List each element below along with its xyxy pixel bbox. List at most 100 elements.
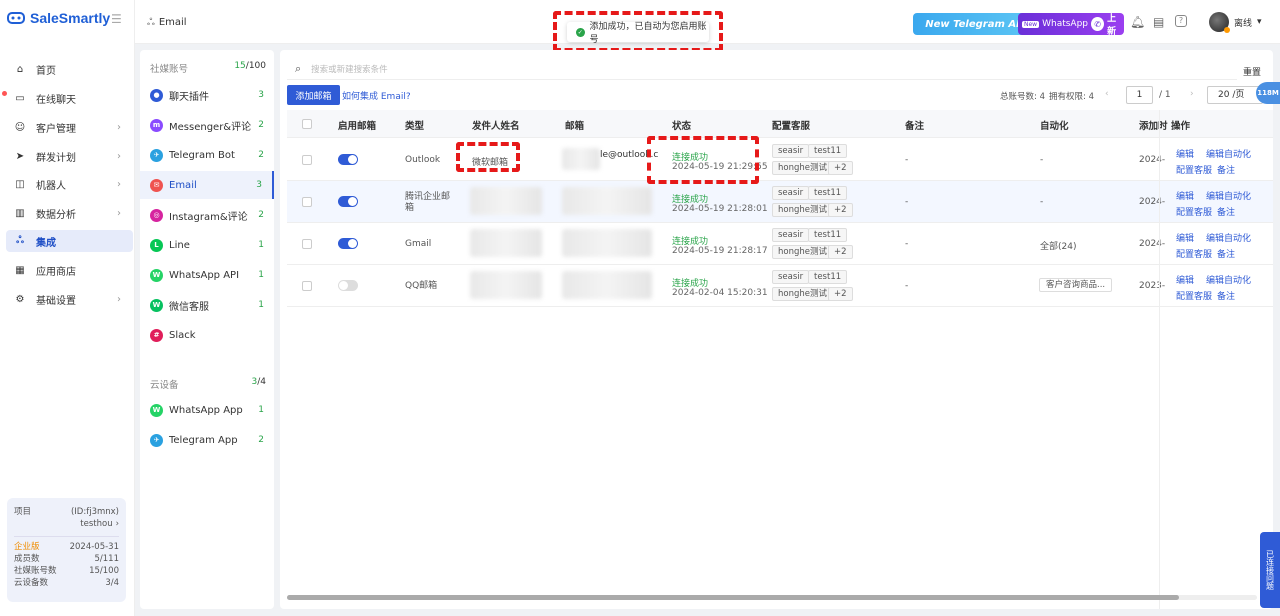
agent-tag: test11	[808, 144, 848, 158]
float-badge[interactable]: 118M	[1256, 82, 1280, 104]
account-item[interactable]: ✈ Telegram App 2	[140, 426, 274, 454]
horizontal-scrollbar[interactable]	[287, 595, 1257, 600]
enable-toggle[interactable]	[338, 154, 358, 165]
how-to-link[interactable]: 如何集成 Email?	[342, 89, 411, 102]
redacted-email	[562, 229, 652, 257]
edit-link[interactable]: 编辑	[1176, 273, 1194, 286]
sidebar: SaleSmartly ☰ ⌂ 首页 ▭ 在线聊天 ☺ 客户管理 › ➤ 群发计划 › ◫ 机器人 › ▥…	[0, 0, 135, 616]
edit-link[interactable]: 编辑	[1176, 231, 1194, 244]
menu-collapse-icon[interactable]: ☰	[111, 12, 122, 26]
sidebar-item-label: 机器人	[36, 180, 66, 192]
brand-logo[interactable]: SaleSmartly	[6, 10, 110, 26]
automation-value: 全部(24)	[1040, 242, 1077, 252]
bell-icon[interactable]: 🔔︎	[1130, 15, 1145, 29]
clipboard-icon[interactable]: ▤	[1153, 15, 1164, 29]
account-item-count: 3	[256, 180, 262, 190]
note-link[interactable]: 备注	[1217, 289, 1235, 302]
sidebar-item-settings[interactable]: ⚙ 基础设置 ›	[6, 288, 133, 310]
status-time: 2024-05-19 21:28:17	[672, 246, 768, 256]
highlight-toast	[553, 11, 723, 52]
redacted-email	[562, 187, 652, 215]
note-link[interactable]: 备注	[1217, 205, 1235, 218]
redacted-email	[562, 271, 652, 299]
account-item[interactable]: ● 聊天插件 3	[140, 81, 274, 109]
edit-automation-link[interactable]: 编辑自动化	[1206, 273, 1251, 286]
next-page-icon[interactable]: ›	[1190, 89, 1194, 99]
highlight-status	[647, 136, 759, 184]
user-menu[interactable]: 离线 ▾	[1209, 12, 1262, 33]
page-size-select[interactable]: 20 /页	[1207, 86, 1263, 104]
account-item[interactable]: ✉ Email 3	[140, 171, 274, 199]
note-link[interactable]: 备注	[1217, 247, 1235, 260]
column-header: 备注	[905, 121, 925, 132]
enable-toggle[interactable]	[338, 196, 358, 207]
sidebar-item-analytics[interactable]: ▥ 数据分析 ›	[6, 202, 133, 224]
account-item[interactable]: W WhatsApp App 1	[140, 396, 274, 424]
configure-agent-link[interactable]: 配置客服	[1176, 205, 1212, 218]
sidebar-item-robot[interactable]: ◫ 机器人 ›	[6, 173, 133, 195]
note-link[interactable]: 备注	[1217, 163, 1235, 176]
reset-button[interactable]: 重置	[1243, 65, 1261, 78]
channel-icon: ◎	[150, 208, 163, 222]
edit-automation-link[interactable]: 编辑自动化	[1206, 147, 1251, 160]
project-card: 项目 (ID:fj3mnx) testhou › 企业版 2024-05-31 成员数…	[7, 498, 126, 602]
sidebar-item-home[interactable]: ⌂ 首页	[6, 58, 133, 80]
account-item-label: Line	[169, 239, 190, 251]
enable-toggle[interactable]	[338, 280, 358, 291]
chat-icon: ▭	[15, 92, 25, 104]
channel-icon: ✉	[150, 178, 163, 192]
project-id[interactable]: (ID:fj3mnx)	[71, 506, 119, 518]
select-all-checkbox[interactable]	[302, 119, 312, 129]
search-input[interactable]: 搜索或新建搜索条件	[311, 63, 388, 75]
account-item[interactable]: W 微信客服 1	[140, 291, 274, 319]
automation-tag[interactable]: 客户咨询商品...	[1039, 278, 1113, 292]
account-item-label: 聊天插件	[169, 91, 209, 103]
row-checkbox[interactable]	[302, 197, 312, 207]
project-name[interactable]: testhou	[80, 518, 112, 530]
row-checkbox[interactable]	[302, 281, 312, 291]
row-checkbox[interactable]	[302, 239, 312, 249]
chevron-right-icon[interactable]: ›	[116, 518, 119, 530]
help-icon[interactable]: ?	[1175, 15, 1187, 27]
sidebar-item-label: 客户管理	[36, 123, 76, 135]
social-value: 15/100	[89, 566, 119, 576]
automation-value: -	[1040, 197, 1044, 207]
caret-down-icon: ▾	[1257, 17, 1262, 27]
feedback-tab[interactable]: 已连接问题	[1260, 532, 1280, 608]
agent-tag: seasir	[772, 270, 810, 284]
edit-link[interactable]: 编辑	[1176, 189, 1194, 202]
add-email-button[interactable]: 添加邮箱	[287, 85, 340, 105]
whatsapp-banner[interactable]: New WhatsApp ✆ 上新	[1018, 13, 1124, 37]
account-item-label: Instagram&评论	[169, 211, 248, 223]
account-item[interactable]: W WhatsApp API 1	[140, 261, 274, 289]
row-checkbox[interactable]	[302, 155, 312, 165]
account-item[interactable]: L Line 1	[140, 231, 274, 259]
members-value: 5/111	[94, 554, 120, 564]
sidebar-item-send[interactable]: ➤ 群发计划 ›	[6, 145, 133, 167]
column-header: 添加时	[1139, 121, 1168, 132]
account-item[interactable]: ◎ Instagram&评论 2	[140, 201, 274, 229]
configure-agent-link[interactable]: 配置客服	[1176, 247, 1212, 260]
column-header: 操作	[1171, 121, 1191, 132]
edit-automation-link[interactable]: 编辑自动化	[1206, 189, 1251, 202]
sidebar-item-integration[interactable]: ஃ 集成	[6, 230, 133, 252]
configure-agent-link[interactable]: 配置客服	[1176, 163, 1212, 176]
search-bar[interactable]: ⌕ 搜索或新建搜索条件	[287, 58, 1237, 80]
agent-tag: honghe测试	[772, 161, 833, 175]
sidebar-item-customers[interactable]: ☺ 客户管理 ›	[6, 116, 133, 138]
account-item[interactable]: m Messenger&评论 2	[140, 111, 274, 139]
sidebar-item-apps[interactable]: ▦ 应用商店	[6, 259, 133, 281]
apps-icon: ▦	[15, 264, 25, 276]
page-input[interactable]: 1	[1126, 86, 1153, 104]
account-item-label: WhatsApp API	[169, 269, 240, 281]
account-item[interactable]: # Slack	[140, 321, 274, 349]
edit-automation-link[interactable]: 编辑自动化	[1206, 231, 1251, 244]
prev-page-icon[interactable]: ‹	[1105, 89, 1109, 99]
sidebar-item-chat[interactable]: ▭ 在线聊天	[6, 87, 133, 109]
account-item[interactable]: ✈ Telegram Bot 2	[140, 141, 274, 169]
enable-toggle[interactable]	[338, 238, 358, 249]
configure-agent-link[interactable]: 配置客服	[1176, 289, 1212, 302]
edit-link[interactable]: 编辑	[1176, 147, 1194, 160]
banner-new-tag: New	[1022, 20, 1040, 28]
integration-icon: ஃ	[147, 17, 155, 28]
